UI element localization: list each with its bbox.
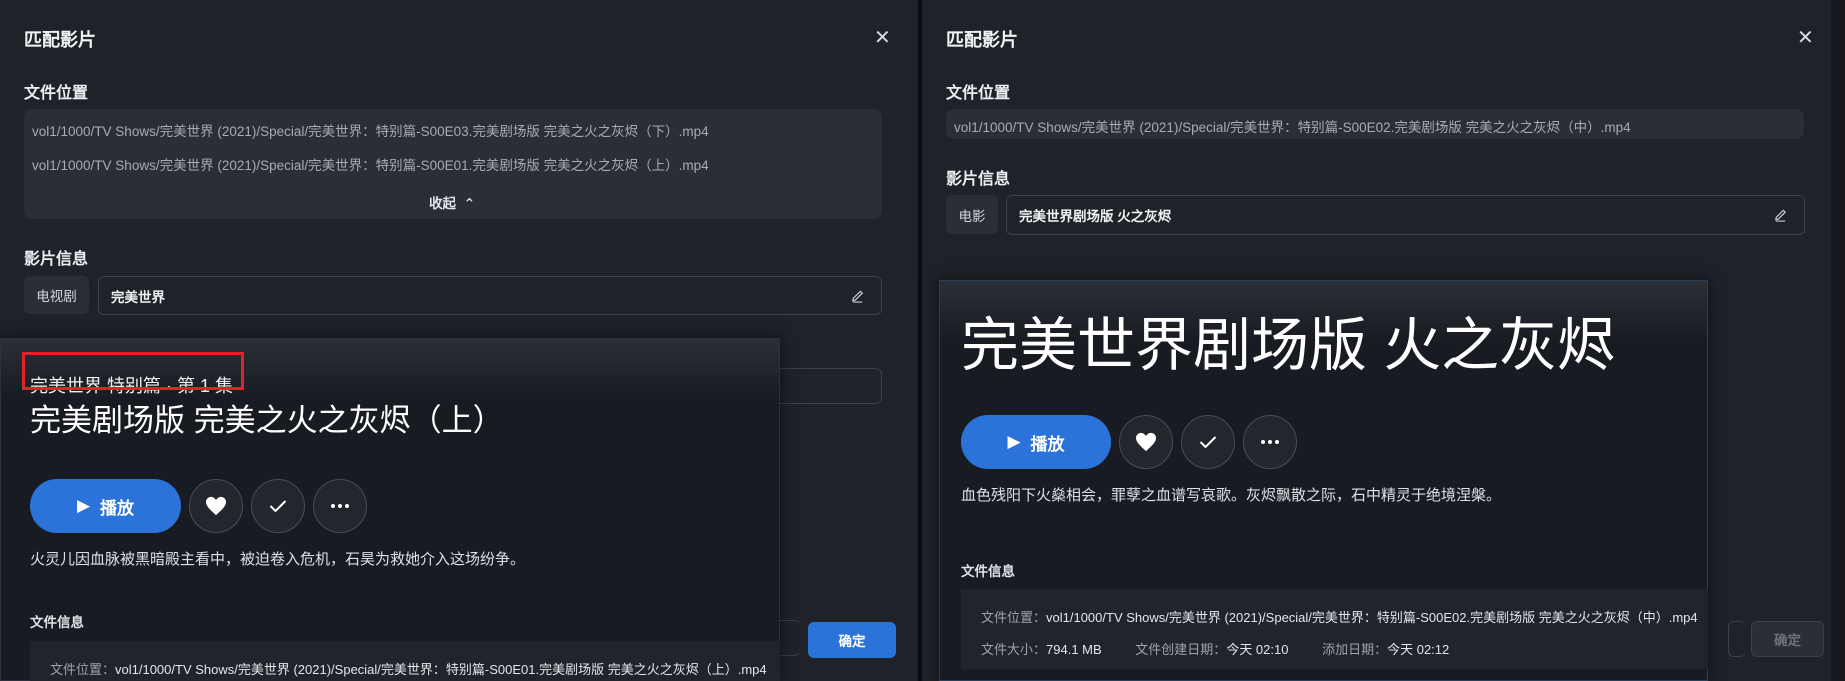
play-label: 播放 (1030, 434, 1065, 454)
play-icon: ▶ (1007, 432, 1021, 451)
edit-icon[interactable] (850, 288, 865, 303)
movie-title: 完美世界剧场版 火之灰烬 (961, 313, 1616, 378)
created-date-key: 文件创建日期： (1135, 642, 1227, 657)
close-icon[interactable]: ✕ (874, 28, 891, 48)
file-location-value: vol1/1000/TV Shows/完美世界 (2021)/Special/完… (1046, 610, 1698, 625)
file-info-label: 文件信息 (961, 564, 1015, 579)
media-name-value: 完美世界剧场版 火之灰烬 (1019, 209, 1172, 224)
file-location-value: vol1/1000/TV Shows/完美世界 (2021)/Special/完… (115, 662, 767, 677)
file-location-key: 文件位置： (50, 662, 116, 677)
added-date-key: 添加日期： (1322, 642, 1388, 657)
media-info-label: 影片信息 (946, 171, 1011, 188)
close-icon[interactable]: ✕ (1797, 28, 1814, 48)
dialog-title: 匹配影片 (24, 30, 96, 50)
added-date-value: 今天 02:12 (1387, 642, 1450, 657)
file-path-item[interactable]: vol1/1000/TV Shows/完美世界 (2021)/Special/完… (32, 154, 709, 174)
file-info-box: 文件位置：vol1/1000/TV Shows/完美世界 (2021)/Spec… (30, 641, 780, 681)
file-path-list: vol1/1000/TV Shows/完美世界 (2021)/Special/完… (946, 109, 1804, 139)
confirm-button[interactable]: 确定 (808, 622, 896, 658)
play-button[interactable]: ▶ 播放 (30, 479, 181, 533)
favorite-button[interactable] (189, 479, 243, 533)
created-date-value: 今天 02:10 (1226, 642, 1289, 657)
media-name-value: 完美世界 (111, 289, 165, 305)
episode-title: 完美剧场版 完美之火之灰烬（上） (30, 403, 504, 438)
file-path-list: vol1/1000/TV Shows/完美世界 (2021)/Special/完… (24, 109, 882, 219)
favorite-button[interactable] (1119, 415, 1173, 469)
collapse-label: 收起 (429, 196, 456, 211)
media-type-select[interactable]: 电影 (946, 195, 998, 234)
mark-watched-button[interactable] (251, 479, 305, 533)
file-location-key: 文件位置： (981, 610, 1047, 625)
dialog-title: 匹配影片 (946, 30, 1018, 50)
file-location-row: 文件位置：vol1/1000/TV Shows/完美世界 (2021)/Spec… (50, 659, 767, 678)
play-icon: ▶ (76, 496, 91, 515)
check-icon (269, 500, 287, 513)
check-icon (1199, 436, 1217, 449)
play-label: 播放 (100, 498, 135, 518)
file-size-value: 794.1 MB (1046, 642, 1102, 657)
movie-description: 血色残阳下火燊相会，罪孽之血谱写哀歌。灰烬飘散之际，石中精灵于绝境涅槃。 (961, 487, 1502, 504)
file-path-item[interactable]: vol1/1000/TV Shows/完美世界 (2021)/Special/完… (954, 116, 1631, 136)
more-button[interactable] (1243, 415, 1297, 469)
chevron-up-icon: ⌃ (463, 196, 476, 211)
file-info-box: 文件位置：vol1/1000/TV Shows/完美世界 (2021)/Spec… (961, 589, 1708, 669)
file-info-label: 文件信息 (30, 615, 84, 630)
file-path-item[interactable]: vol1/1000/TV Shows/完美世界 (2021)/Special/完… (32, 120, 709, 140)
mark-watched-button[interactable] (1181, 415, 1235, 469)
heart-icon (1136, 432, 1156, 452)
file-meta-row: 文件大小：794.1 MB 文件创建日期：今天 02:10 添加日期：今天 02… (981, 639, 1449, 658)
episode-description: 火灵儿因血脉被黑暗殿主看中，被迫卷入危机，石昊为救她介入这场纷争。 (30, 551, 526, 568)
collapse-button[interactable]: 收起 ⌃ (429, 192, 475, 212)
heart-icon (206, 496, 226, 516)
highlight-box (22, 352, 244, 390)
file-location-label: 文件位置 (24, 85, 89, 102)
more-icon (331, 504, 349, 508)
file-location-row: 文件位置：vol1/1000/TV Shows/完美世界 (2021)/Spec… (981, 607, 1698, 626)
file-location-label: 文件位置 (946, 85, 1011, 102)
play-button[interactable]: ▶ 播放 (961, 415, 1111, 469)
file-size-key: 文件大小： (981, 642, 1047, 657)
window-edge (1831, 0, 1845, 681)
edit-icon[interactable] (1773, 208, 1788, 223)
more-button[interactable] (313, 479, 367, 533)
media-info-label: 影片信息 (24, 251, 89, 268)
secondary-button[interactable] (1728, 621, 1746, 657)
media-name-field[interactable]: 完美世界 (98, 276, 882, 315)
confirm-button[interactable]: 确定 (1751, 621, 1824, 657)
more-icon (1261, 440, 1279, 444)
media-name-field[interactable]: 完美世界剧场版 火之灰烬 (1006, 195, 1805, 235)
media-type-select[interactable]: 电视剧 (24, 276, 89, 314)
